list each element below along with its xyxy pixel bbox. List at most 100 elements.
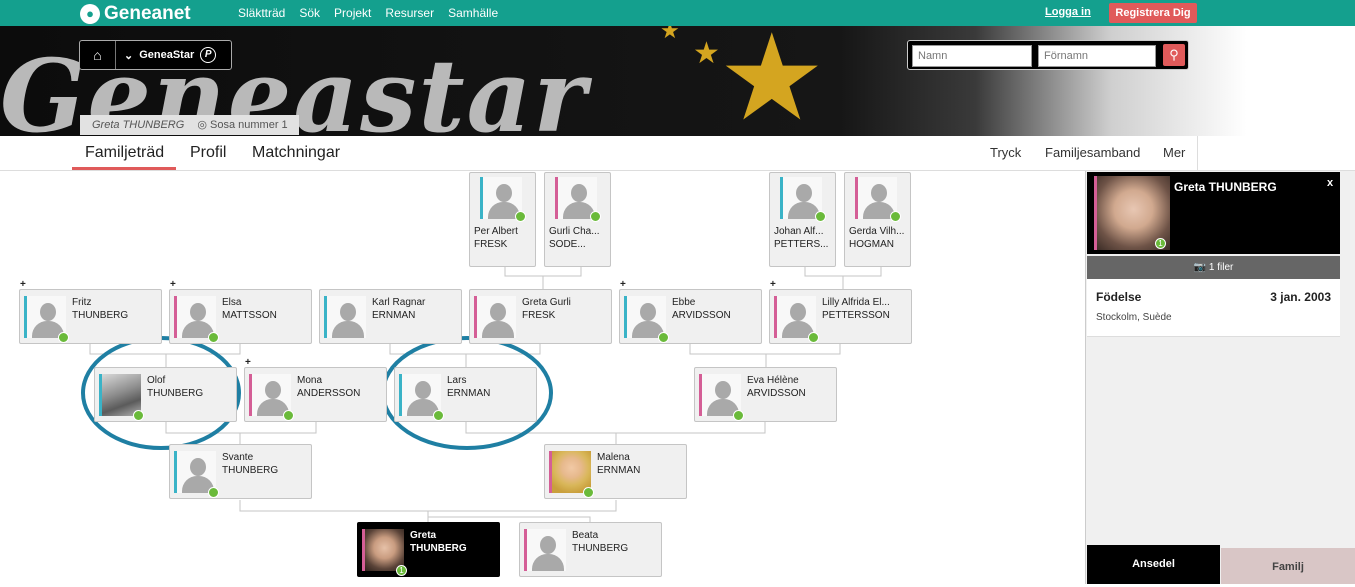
avatar xyxy=(524,529,566,571)
star-icon: ★ xyxy=(693,37,720,70)
geneastar-dropdown[interactable]: ⌄ GeneaStar P xyxy=(116,41,217,69)
check-icon xyxy=(433,410,444,421)
avatar xyxy=(174,296,216,338)
tab-profil[interactable]: Profil xyxy=(190,144,226,162)
avatar xyxy=(174,451,216,493)
panel-person-name: Greta THUNBERG xyxy=(1174,180,1277,194)
person-card[interactable]: Lilly Alfrida El... PETTERSSON xyxy=(769,289,912,344)
person-name: Greta THUNBERG xyxy=(410,530,467,554)
geneastar-menu: ⌂ ⌄ GeneaStar P xyxy=(79,40,232,70)
tab-bar: Familjeträd Profil Matchningar Tryck Fam… xyxy=(0,136,1355,171)
person-card[interactable]: Karl Ragnar ERNMAN xyxy=(319,289,462,344)
top-navbar: ● Geneanet Släktträd Sök Projekt Resurse… xyxy=(0,0,1355,26)
birth-date: 3 jan. 2003 xyxy=(1270,290,1331,304)
birth-place: Stockolm, Suède xyxy=(1096,312,1172,323)
geneastar-logo-icon: P xyxy=(200,47,217,63)
register-button[interactable]: Registrera Dig xyxy=(1109,3,1197,23)
avatar xyxy=(399,374,441,416)
tab-matchningar[interactable]: Matchningar xyxy=(252,144,340,162)
person-card[interactable]: Elsa MATTSSON xyxy=(169,289,312,344)
person-card[interactable]: Greta Gurli FRESK xyxy=(469,289,612,344)
close-button[interactable]: x xyxy=(1327,177,1333,189)
avatar-photo xyxy=(549,451,591,493)
name-input[interactable] xyxy=(912,45,1032,67)
avatar xyxy=(324,296,366,338)
link-mer[interactable]: Mer xyxy=(1163,145,1185,160)
person-card[interactable]: Olof THUNBERG xyxy=(94,367,237,422)
avatar-photo: 1 xyxy=(1094,176,1170,250)
person-card[interactable]: Svante THUNBERG xyxy=(169,444,312,499)
link-familjesamband[interactable]: Familjesamband xyxy=(1045,145,1140,160)
person-name: Per Albert FRESK xyxy=(474,226,518,250)
check-icon xyxy=(808,332,819,343)
geneanet-logo[interactable]: ● Geneanet xyxy=(80,3,191,25)
person-card[interactable]: Eva Hélène ARVIDSSON xyxy=(694,367,837,422)
person-name: Lars ERNMAN xyxy=(447,375,491,399)
geneastar-label: GeneaStar xyxy=(139,49,195,61)
chevron-down-icon: ⌄ xyxy=(124,49,134,62)
nav-samhalle[interactable]: Samhälle xyxy=(448,6,498,20)
login-link[interactable]: Logga in xyxy=(1045,6,1091,18)
firstname-input[interactable] xyxy=(1038,45,1156,67)
sosa-badge: 1 xyxy=(396,565,407,576)
search-button[interactable]: ⚲ xyxy=(1163,44,1185,66)
tree-icon: ● xyxy=(80,4,100,24)
files-bar[interactable]: 📷 1 filer xyxy=(1087,256,1340,279)
tab-familj[interactable]: Familj xyxy=(1221,545,1355,584)
avatar-photo xyxy=(362,529,404,571)
check-icon xyxy=(658,332,669,343)
breadcrumb-person: Greta THUNBERG xyxy=(92,119,185,131)
divider xyxy=(1197,136,1198,171)
tab-ansedel[interactable]: Ansedel xyxy=(1087,545,1220,584)
link-tryck[interactable]: Tryck xyxy=(990,145,1021,160)
person-card[interactable]: Per Albert FRESK xyxy=(469,172,536,267)
check-icon xyxy=(890,211,901,222)
person-card[interactable]: Fritz THUNBERG xyxy=(19,289,162,344)
person-name: Gurli Cha... SODE... xyxy=(549,226,600,250)
tab-familjetrad[interactable]: Familjeträd xyxy=(72,144,177,170)
nav-sok[interactable]: Sök xyxy=(299,6,320,20)
nav-slakttrad[interactable]: Släktträd xyxy=(238,6,285,20)
person-card[interactable]: Lars ERNMAN xyxy=(394,367,537,422)
person-name: Mona ANDERSSON xyxy=(297,375,361,399)
person-name: Fritz THUNBERG xyxy=(72,297,129,321)
home-icon[interactable]: ⌂ xyxy=(80,41,116,69)
check-icon xyxy=(133,410,144,421)
person-card[interactable]: Johan Alf... PETTERS... xyxy=(769,172,836,267)
avatar-photo xyxy=(99,374,141,416)
files-count: 1 filer xyxy=(1208,262,1234,273)
person-name: Gerda Vilh... HOGMAN xyxy=(849,226,905,250)
root-person-card[interactable]: 1 Greta THUNBERG xyxy=(357,522,500,577)
sosa-badge: 1 xyxy=(1155,238,1166,249)
avatar xyxy=(24,296,66,338)
nav-resurser[interactable]: Resurser xyxy=(385,6,434,20)
check-icon xyxy=(208,487,219,498)
person-card[interactable]: Gerda Vilh... HOGMAN xyxy=(844,172,911,267)
check-icon xyxy=(515,211,526,222)
check-icon xyxy=(815,211,826,222)
check-icon xyxy=(58,332,69,343)
person-breadcrumb: Greta THUNBERG ◎ Sosa nummer 1 xyxy=(80,115,299,135)
logo-text: Geneanet xyxy=(104,3,191,24)
person-detail-panel: 1 Greta THUNBERG x 📷 1 filer Födelse 3 j… xyxy=(1085,171,1355,584)
person-name: Karl Ragnar ERNMAN xyxy=(372,297,426,321)
avatar xyxy=(774,296,816,338)
star-icon: ★ xyxy=(660,26,680,43)
person-name: Malena ERNMAN xyxy=(597,452,641,476)
person-card[interactable]: Malena ERNMAN xyxy=(544,444,687,499)
check-icon xyxy=(733,410,744,421)
search-bar: ⚲ xyxy=(907,40,1189,70)
check-icon xyxy=(590,211,601,222)
person-card[interactable]: Gurli Cha... SODE... xyxy=(544,172,611,267)
birth-section: Födelse 3 jan. 2003 Stockolm, Suède xyxy=(1087,279,1340,337)
person-card[interactable]: Ebbe ARVIDSSON xyxy=(619,289,762,344)
person-card[interactable]: Mona ANDERSSON xyxy=(244,367,387,422)
person-name: Elsa MATTSSON xyxy=(222,297,277,321)
nav-projekt[interactable]: Projekt xyxy=(334,6,371,20)
search-icon: ⚲ xyxy=(1169,47,1179,62)
check-icon xyxy=(283,410,294,421)
person-card[interactable]: Beata THUNBERG xyxy=(519,522,662,577)
main-nav: Släktträd Sök Projekt Resurser Samhälle xyxy=(238,6,498,20)
avatar xyxy=(699,374,741,416)
person-name: Eva Hélène ARVIDSSON xyxy=(747,375,806,399)
